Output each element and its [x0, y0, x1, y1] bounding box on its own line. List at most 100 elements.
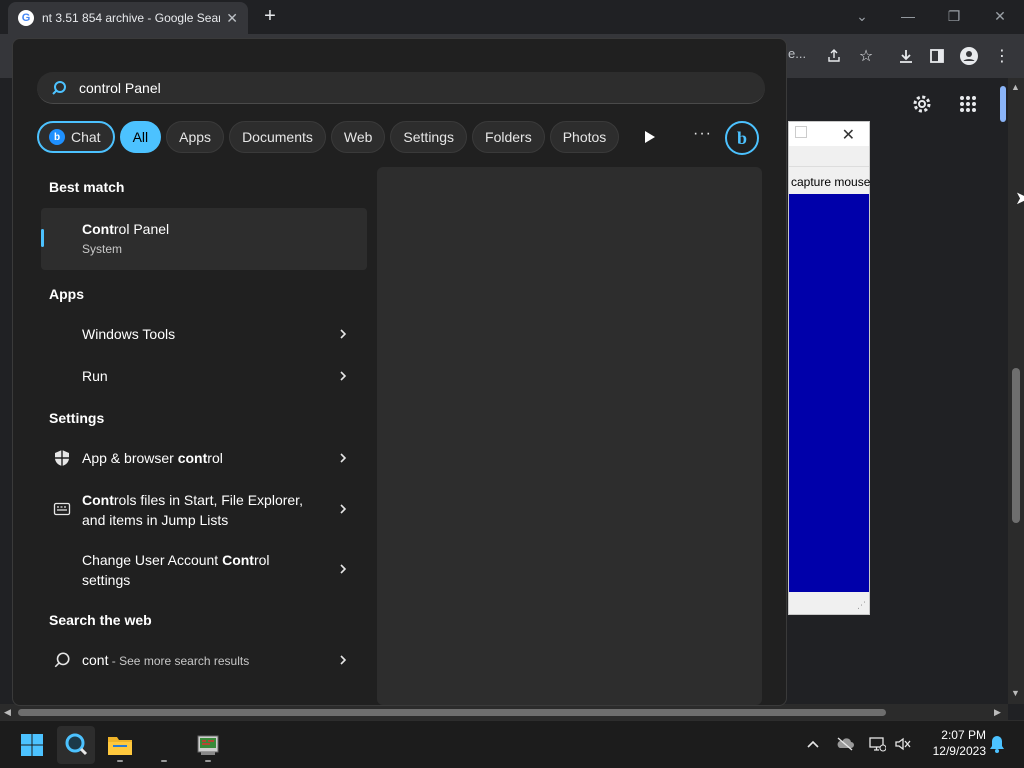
resize-grip-icon[interactable]: ⋰ [857, 600, 866, 611]
best-match-result[interactable]: Control Panel System [41, 208, 367, 270]
mouse-cursor-icon: ➤ [1015, 188, 1024, 208]
side-panel-icon[interactable] [925, 44, 949, 68]
preview-pane [377, 167, 762, 705]
new-tab-button[interactable]: + [258, 4, 282, 28]
chevron-right-icon [340, 504, 347, 514]
result-change-uac[interactable]: Change User Account Control settings [41, 540, 367, 598]
chevron-right-icon [340, 371, 347, 381]
show-hidden-icons-icon[interactable] [803, 734, 823, 754]
profile-icon[interactable] [957, 44, 981, 68]
emulator-display[interactable] [789, 194, 869, 592]
result-run[interactable]: Run [41, 356, 367, 396]
result-web-search[interactable]: cont - See more search results [41, 640, 367, 680]
emulator-app-icon[interactable] [189, 726, 227, 764]
chip-chat[interactable]: b Chat [37, 121, 115, 153]
taskbar-clock[interactable]: 2:07 PM 12/9/2023 [916, 727, 986, 759]
taskbar-search-icon[interactable] [57, 726, 95, 764]
mini-app-window[interactable]: ✕ capture mouse ⋰ [788, 121, 870, 615]
volume-muted-icon[interactable] [893, 734, 913, 754]
result-label: cont - See more search results [82, 652, 250, 668]
bing-icon[interactable]: b [725, 121, 759, 155]
shield-icon [55, 450, 69, 466]
running-indicator [161, 760, 167, 762]
chip-photos[interactable]: Photos [549, 121, 620, 153]
clock-date: 12/9/2023 [932, 744, 986, 758]
chip-settings[interactable]: Settings [390, 121, 468, 153]
tab-close-icon[interactable]: ✕ [226, 10, 238, 27]
chrome-tab-bar: G nt 3.51 854 archive - Google Sear ✕ + … [0, 0, 1024, 34]
keyboard-icon [53, 502, 71, 516]
settings-heading: Settings [49, 410, 105, 426]
running-indicator [117, 760, 123, 762]
minimize-button[interactable]: — [888, 4, 928, 28]
scroll-accent-bar [1000, 86, 1006, 122]
windows-start-icon[interactable] [13, 726, 51, 764]
scroll-down-icon[interactable]: ▼ [1011, 688, 1020, 698]
search-input[interactable] [79, 79, 719, 96]
chevron-right-icon [340, 655, 347, 665]
result-controls-files[interactable]: Controls files in Start, File Explorer, a… [41, 480, 367, 538]
result-windows-tools[interactable]: Windows Tools [41, 314, 367, 354]
best-match-heading: Best match [49, 179, 125, 195]
maximize-icon[interactable] [795, 126, 807, 138]
share-icon[interactable] [822, 44, 846, 68]
chevron-right-icon [340, 329, 347, 339]
vertical-scrollbar[interactable]: ▲ ▼ [1008, 78, 1024, 704]
scroll-up-icon[interactable]: ▲ [1011, 82, 1020, 92]
network-icon[interactable] [867, 734, 887, 754]
horizontal-scroll-thumb[interactable] [18, 709, 886, 716]
result-label: Controls files in Start, File Explorer, a… [82, 492, 303, 528]
tab-title: nt 3.51 854 archive - Google Sear [42, 11, 221, 25]
result-label: Windows Tools [82, 326, 176, 342]
chevron-right-icon [340, 564, 347, 574]
chevron-right-icon [340, 453, 347, 463]
kebab-menu-icon[interactable]: ⋮ [990, 44, 1014, 68]
restore-button[interactable]: ❐ [934, 4, 974, 28]
start-search-panel: b Chat All Apps Documents Web Settings F… [12, 38, 787, 706]
search-box[interactable] [37, 72, 765, 104]
horizontal-scrollbar[interactable]: ◀ ▶ [0, 704, 1008, 720]
chip-documents[interactable]: Documents [229, 121, 326, 153]
close-window-button[interactable]: ✕ [980, 4, 1020, 28]
play-icon[interactable] [641, 129, 657, 145]
chip-web[interactable]: Web [330, 121, 386, 153]
result-label: App & browser control [82, 450, 223, 466]
google-favicon-icon: G [18, 10, 34, 26]
best-match-title: Control Panel [82, 221, 170, 237]
search-web-heading: Search the web [49, 612, 152, 628]
result-label: Change User Account Control settings [82, 552, 270, 588]
best-match-subtitle: System [82, 242, 123, 256]
result-app-browser-control[interactable]: App & browser control [41, 438, 367, 478]
search-icon [52, 80, 66, 95]
taskbar-app-blank[interactable] [145, 726, 183, 764]
browser-tab[interactable]: G nt 3.51 854 archive - Google Sear ✕ [8, 2, 248, 34]
search-icon [54, 652, 70, 668]
omnibox-fragment[interactable]: e... [788, 46, 806, 61]
download-icon[interactable] [894, 44, 918, 68]
selection-indicator [41, 229, 44, 247]
scroll-right-icon[interactable]: ▶ [994, 707, 1001, 718]
apps-grid-icon[interactable] [954, 90, 982, 118]
tab-search-icon[interactable]: ⌄ [842, 4, 882, 28]
mini-titlebar: ✕ [789, 122, 869, 146]
scroll-left-icon[interactable]: ◀ [4, 707, 11, 718]
notification-bell-icon[interactable] [987, 734, 1007, 754]
capture-mouse-label: capture mouse [791, 175, 871, 189]
mini-close-icon[interactable]: ✕ [842, 125, 855, 145]
settings-gear-icon[interactable] [908, 90, 936, 118]
result-label: Run [82, 368, 108, 384]
chip-apps[interactable]: Apps [166, 121, 225, 153]
bookmark-star-icon[interactable]: ☆ [854, 44, 878, 68]
folder-icon[interactable] [101, 726, 139, 764]
vertical-scroll-thumb[interactable] [1012, 368, 1020, 523]
onedrive-off-icon[interactable] [835, 734, 855, 754]
chip-folders[interactable]: Folders [472, 121, 545, 153]
bing-chat-icon: b [49, 129, 65, 145]
mini-divider [789, 166, 869, 167]
chip-chat-label: Chat [71, 129, 101, 145]
search-filter-chips: b Chat All Apps Documents Web Settings F… [37, 121, 624, 153]
running-indicator [205, 760, 211, 762]
more-icon[interactable]: ··· [693, 125, 712, 143]
chip-all[interactable]: All [119, 121, 162, 153]
apps-heading: Apps [49, 286, 84, 302]
